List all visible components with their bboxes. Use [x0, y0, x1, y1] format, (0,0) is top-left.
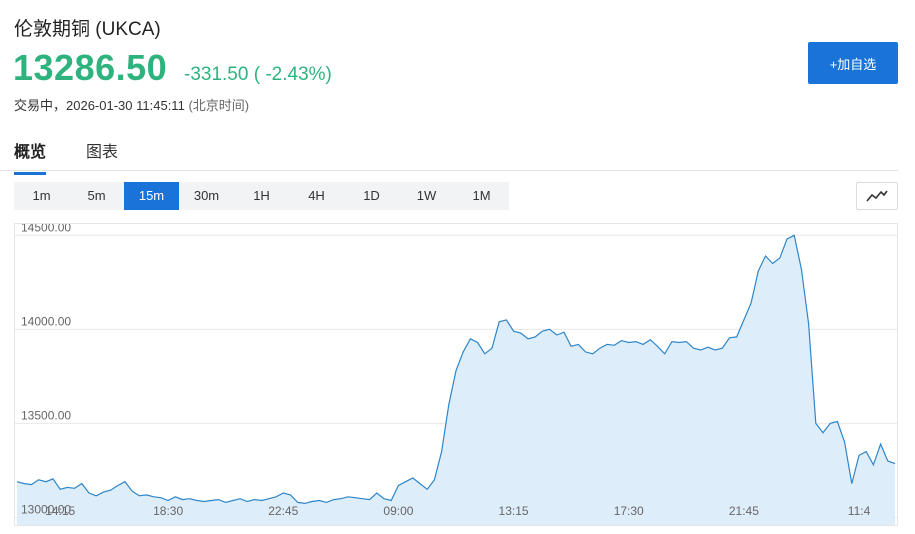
- y-tick-label: 13500.00: [21, 408, 71, 422]
- timeframe-5m[interactable]: 5m: [69, 182, 124, 210]
- price-chart: 14500.00 14000.00 13500.00 13000.00 14:15 18…: [14, 220, 898, 526]
- x-tick-label: 18:30: [153, 504, 183, 518]
- price-area: [17, 235, 895, 526]
- timezone-label: (北京时间): [188, 98, 250, 113]
- timeframe-1h[interactable]: 1H: [234, 182, 289, 210]
- last-price: 13286.50: [13, 47, 168, 88]
- x-tick-label: 14:15: [45, 504, 75, 518]
- x-tick-label: 11:4: [848, 504, 871, 518]
- timeframe-1m[interactable]: 1m: [14, 182, 69, 210]
- timeframe-selector: 1m 5m 15m 30m 1H 4H 1D 1W 1M: [14, 182, 509, 210]
- price-change: -331.50 ( -2.43%): [184, 64, 332, 85]
- x-tick-label: 17:30: [614, 504, 644, 518]
- tab-overview[interactable]: 概览: [14, 138, 47, 175]
- instrument-title: 伦敦期铜 (UKCA): [14, 19, 161, 40]
- trading-status: 交易中，2026-01-30 11:45:11 (北京时间): [14, 95, 249, 114]
- tab-chart[interactable]: 图表: [86, 138, 118, 162]
- timeframe-15m[interactable]: 15m: [124, 182, 179, 210]
- status-label: 交易中，: [14, 98, 67, 113]
- timeframe-1w[interactable]: 1W: [399, 182, 454, 210]
- timeframe-1d[interactable]: 1D: [344, 182, 399, 210]
- price-chart-svg: 14500.0014000.0013500.0013000.00 14:15 18…: [15, 220, 897, 526]
- line-chart-icon: [866, 190, 888, 202]
- x-tick-label: 13:15: [499, 504, 529, 518]
- timestamp: 2026-01-30 11:45:11: [66, 98, 185, 113]
- chart-type-button[interactable]: [856, 182, 898, 210]
- timeframe-1mo[interactable]: 1M: [454, 182, 509, 210]
- y-tick-label: 14000.00: [21, 314, 71, 328]
- x-tick-label: 22:45: [268, 504, 298, 518]
- tab-bar: 概览 图表: [0, 128, 898, 175]
- x-tick-label: 21:45: [729, 504, 759, 518]
- y-tick-label: 14500.00: [21, 224, 71, 234]
- timeframe-30m[interactable]: 30m: [179, 182, 234, 210]
- x-tick-label: 09:00: [383, 504, 413, 518]
- timeframe-4h[interactable]: 4H: [289, 182, 344, 210]
- add-to-watchlist-button[interactable]: +加自选: [808, 42, 898, 84]
